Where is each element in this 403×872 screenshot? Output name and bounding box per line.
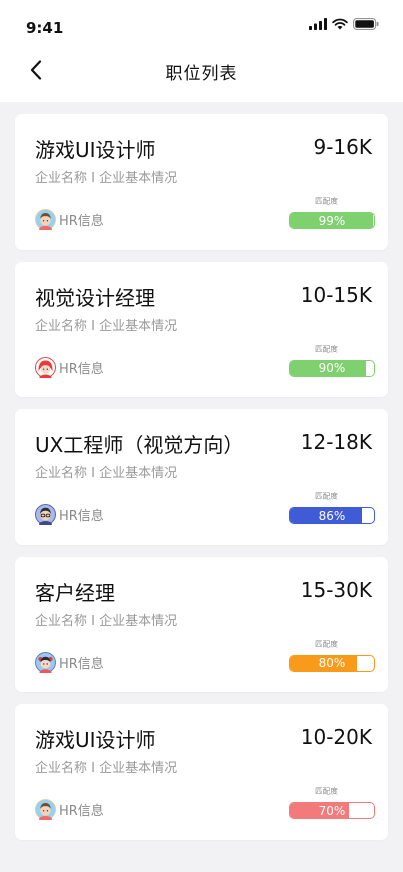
company-info: 企业名称 I 企业基本情况 — [35, 761, 178, 776]
job-card[interactable]: 游戏UI设计师 9-16K 企业名称 I 企业基本情况 HR信息 匹配度 99% — [15, 114, 388, 250]
match-bar: 80% — [289, 654, 375, 672]
hr-info[interactable]: HR信息 — [35, 356, 104, 378]
hr-info[interactable]: HR信息 — [35, 651, 104, 673]
wifi-icon — [332, 18, 348, 30]
job-list: 游戏UI设计师 9-16K 企业名称 I 企业基本情况 HR信息 匹配度 99% — [15, 114, 388, 840]
hr-info[interactable]: HR信息 — [35, 209, 104, 230]
hr-label: HR信息 — [59, 656, 104, 672]
job-card[interactable]: UX工程师（视觉方向） 12-18K 企业名称 I 企业基本情况 HR信息 匹配… — [15, 409, 388, 545]
hr-label: HR信息 — [59, 509, 104, 524]
match-value: 99% — [318, 213, 346, 228]
job-card[interactable]: 客户经理 15-30K 企业名称 I 企业基本情况 HR信息 匹配度 80% — [15, 556, 388, 692]
match-label: 匹配度 — [315, 345, 338, 354]
match-bar: 86% — [289, 507, 375, 524]
match-label: 匹配度 — [315, 197, 338, 207]
signal-icon — [309, 18, 327, 30]
company-info: 企业名称 I 企业基本情况 — [35, 466, 178, 481]
hr-info[interactable]: HR信息 — [35, 799, 104, 820]
job-title: 游戏UI设计师 — [35, 728, 156, 752]
avatar-icon — [35, 356, 56, 378]
header: 9:41 职位列表 — [0, 0, 403, 102]
match-label: 匹配度 — [315, 492, 338, 502]
avatar-icon — [35, 651, 56, 673]
match-value: 90% — [318, 361, 346, 375]
avatar-icon — [35, 504, 56, 525]
match-label: 匹配度 — [315, 787, 338, 797]
job-title: 视觉设计经理 — [35, 285, 155, 310]
hr-label: HR信息 — [59, 361, 104, 377]
job-title: UX工程师（视觉方向） — [35, 433, 244, 457]
company-info: 企业名称 I 企业基本情况 — [35, 613, 178, 629]
avatar-icon — [35, 209, 56, 230]
salary: 15-30K — [300, 577, 372, 602]
match-bar: 90% — [289, 359, 375, 377]
page-title: 职位列表 — [165, 64, 238, 84]
job-card[interactable]: 游戏UI设计师 10-20K 企业名称 I 企业基本情况 HR信息 匹配度 70… — [15, 704, 388, 840]
company-info: 企业名称 I 企业基本情况 — [35, 171, 178, 186]
hr-label: HR信息 — [59, 214, 104, 229]
company-info: 企业名称 I 企业基本情况 — [35, 318, 178, 334]
job-card[interactable]: 视觉设计经理 10-15K 企业名称 I 企业基本情况 HR信息 匹配度 90% — [15, 261, 388, 397]
job-title: 客户经理 — [35, 580, 115, 605]
match-value: 86% — [318, 508, 346, 523]
status-icons — [309, 17, 379, 31]
battery-icon — [353, 18, 379, 30]
job-title: 游戏UI设计师 — [35, 138, 156, 162]
match-value: 70% — [318, 803, 346, 818]
salary: 9-16K — [313, 135, 372, 159]
status-time: 9:41 — [26, 19, 64, 37]
salary: 12-18K — [300, 430, 372, 454]
match-bar: 70% — [289, 802, 375, 819]
hr-label: HR信息 — [59, 804, 104, 819]
match-value: 80% — [318, 656, 346, 670]
match-bar: 99% — [289, 212, 375, 229]
salary: 10-20K — [300, 725, 372, 749]
salary: 10-15K — [300, 282, 372, 307]
avatar-icon — [35, 799, 56, 820]
match-label: 匹配度 — [315, 640, 338, 649]
hr-info[interactable]: HR信息 — [35, 504, 104, 525]
